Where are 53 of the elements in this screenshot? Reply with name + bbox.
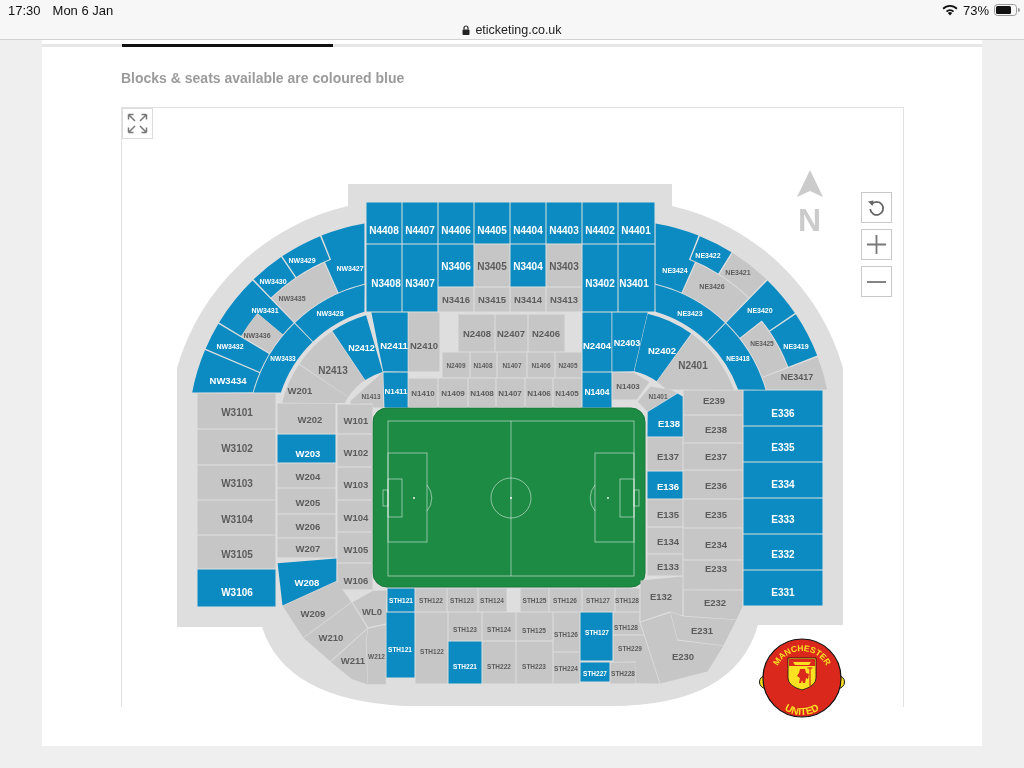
seating-block[interactable]: N2404: [582, 312, 612, 372]
fullscreen-button[interactable]: [122, 108, 153, 139]
seating-block[interactable]: W3104: [197, 500, 276, 535]
seating-block[interactable]: W3103: [197, 465, 276, 500]
seating-block[interactable]: N2403: [612, 312, 648, 372]
seating-block[interactable]: W3101: [197, 393, 276, 429]
seating-block[interactable]: E234: [683, 528, 743, 560]
seating-block[interactable]: E335: [743, 426, 823, 462]
seating-block[interactable]: E336: [743, 390, 823, 426]
seating-block[interactable]: N3407: [402, 244, 438, 312]
rotate-icon: [867, 198, 886, 217]
seating-block[interactable]: E231: [670, 612, 737, 646]
seating-block[interactable]: N1403: [612, 372, 650, 400]
reset-view-button[interactable]: [861, 192, 892, 223]
status-date: Mon 6 Jan: [52, 2, 114, 18]
seating-block[interactable]: W3106: [197, 569, 276, 607]
zoom-out-button[interactable]: [861, 266, 892, 297]
zoom-in-button[interactable]: [861, 229, 892, 260]
status-time: 17:30: [8, 2, 41, 18]
seating-block[interactable]: NE3417: [762, 356, 828, 390]
seating-block[interactable]: N3404: [510, 244, 546, 287]
seating-block[interactable]: NW3434: [192, 350, 260, 393]
wifi-icon: [941, 4, 958, 16]
seating-block[interactable]: E233: [683, 560, 743, 590]
address-url[interactable]: eticketing.co.uk: [475, 22, 562, 37]
seating-block[interactable]: N2410: [408, 312, 440, 372]
lock-icon: [462, 24, 471, 35]
seating-block[interactable]: E132: [640, 576, 683, 622]
expand-icon: [127, 113, 148, 134]
seating-block[interactable]: E236: [683, 470, 743, 499]
seating-block[interactable]: W202: [277, 403, 336, 434]
north-arrow-icon: [797, 170, 823, 197]
seating-block[interactable]: E331: [743, 570, 823, 606]
seating-block[interactable]: N3406: [438, 244, 474, 287]
seating-block[interactable]: E332: [743, 534, 823, 570]
seating-block[interactable]: N4401: [618, 202, 655, 244]
map-hint-text: Blocks & seats available are coloured blue: [121, 69, 405, 88]
seating-block[interactable]: N3401: [618, 244, 655, 312]
seating-block[interactable]: N3402: [582, 244, 618, 312]
seating-block[interactable]: N3405: [474, 244, 510, 287]
plus-icon: [867, 235, 886, 254]
seating-block[interactable]: E235: [683, 499, 743, 528]
seating-block[interactable]: W203: [277, 434, 336, 463]
battery-icon: [994, 4, 1020, 16]
seating-block[interactable]: N3403: [546, 244, 582, 287]
seating-block[interactable]: W208: [277, 558, 337, 606]
seating-block[interactable]: E334: [743, 462, 823, 498]
seating-block[interactable]: E333: [743, 498, 823, 534]
minus-icon: [867, 280, 886, 283]
seating-block[interactable]: W3105: [197, 535, 276, 569]
seating-block[interactable]: N3408: [366, 244, 402, 312]
seating-block[interactable]: W3102: [197, 429, 276, 465]
battery-percent: 73%: [962, 2, 989, 18]
